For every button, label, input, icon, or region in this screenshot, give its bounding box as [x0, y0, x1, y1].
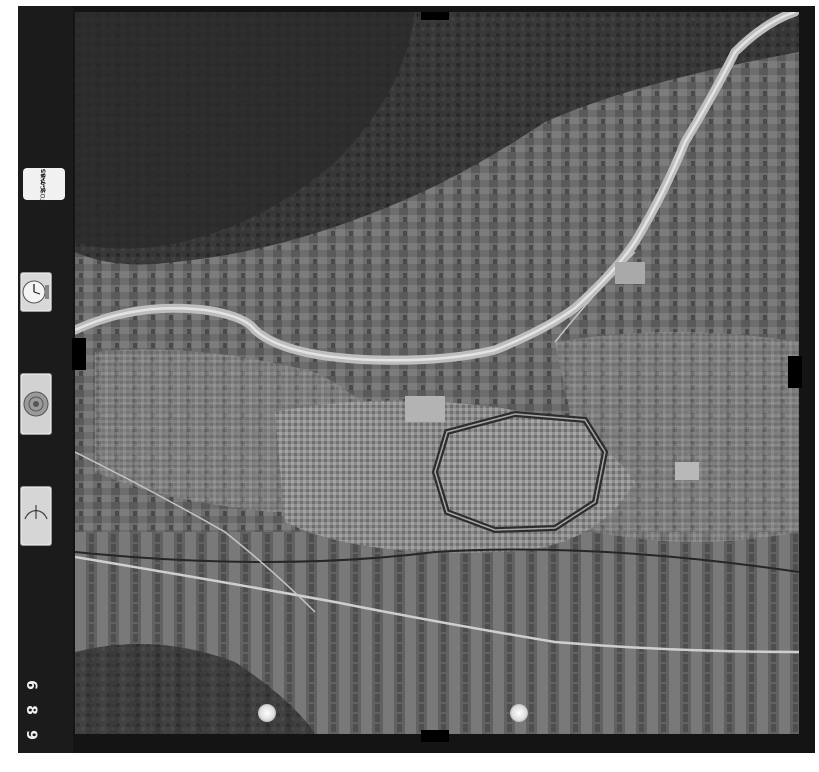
- industrial-zone: [675, 462, 699, 480]
- fiducial-mark: [788, 356, 802, 388]
- registration-hole: [258, 704, 276, 722]
- industrial-zone: [615, 262, 645, 284]
- fiducial-mark: [421, 730, 449, 742]
- industrial-zone: [405, 396, 445, 422]
- clock-icon: [20, 272, 52, 312]
- frame-digit: 8: [23, 705, 39, 715]
- frame-digit: 9: [23, 730, 39, 740]
- region-label: TOSCANA: [40, 172, 48, 203]
- level-icon: [20, 486, 52, 546]
- data-label-card: 8-7-85 TOSCANA: [23, 168, 65, 203]
- fiducial-mark: [421, 12, 449, 20]
- aerial-photograph[interactable]: [75, 12, 799, 734]
- registration-hole: [510, 704, 528, 722]
- data-strip: 8-7-85 TOSCANA 6 8 9: [18, 6, 73, 753]
- aerial-map: [75, 12, 799, 734]
- frame-digit: 6: [23, 680, 39, 690]
- altimeter-icon: [20, 373, 52, 435]
- frame-number: 6 8 9: [22, 678, 40, 742]
- fiducial-mark: [72, 338, 86, 370]
